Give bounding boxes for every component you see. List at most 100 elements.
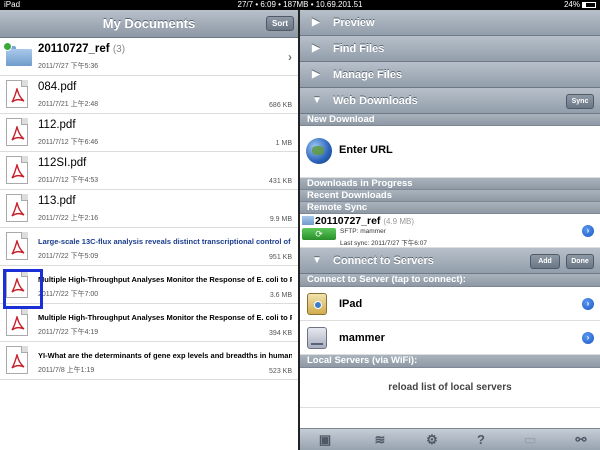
status-center-text: 27/7 • 6:09 • 187MB • 10.69.201.51: [237, 0, 363, 9]
document-row[interactable]: YI-What are the determinants of gene exp…: [0, 342, 298, 380]
document-title: 112SI.pdf: [38, 157, 87, 169]
document-date: 2011/7/8 上午1:19: [38, 367, 95, 374]
local-servers-label: Local Servers (via WiFi):: [300, 355, 600, 368]
hard-drive-icon: [307, 327, 327, 349]
document-row[interactable]: 084.pdf 2011/7/21 上午2:48 686 KB: [0, 76, 298, 114]
document-date: 2011/7/22 上午2:16: [38, 215, 99, 222]
pdf-icon: [6, 80, 30, 108]
document-title: YI-What are the determinants of gene exp…: [38, 351, 292, 360]
sync-refresh-icon[interactable]: ⟳: [302, 228, 336, 240]
section-preview[interactable]: ▶ Preview: [300, 10, 600, 36]
remote-sync-label: Remote Sync: [300, 202, 600, 214]
document-name: YI-What are the determinants of gene exp…: [38, 351, 292, 360]
document-date: 2011/7/22 下午7:00: [38, 291, 99, 298]
section-label: Preview: [333, 17, 375, 29]
done-button[interactable]: Done: [566, 254, 594, 269]
document-name: 112SI.pdf: [38, 157, 292, 169]
display-icon[interactable]: ▭: [521, 432, 539, 448]
document-row[interactable]: Multiple High-Throughput Analyses Monito…: [0, 266, 298, 304]
document-row[interactable]: 112.pdf 2011/7/12 下午6:46 1 MB: [0, 114, 298, 152]
document-list: 20110727_ref (3) 2011/7/27 下午5:36 › 084.pdf…: [0, 38, 298, 380]
camera-icon[interactable]: ▣: [316, 432, 334, 448]
document-size: 523 KB: [269, 368, 292, 375]
reload-local-servers-button[interactable]: reload list of local servers: [300, 368, 600, 408]
chevron-right-icon: ▶: [312, 69, 320, 80]
bottom-toolbar: ▣ ≋ ⚙ ? ▭ ⚯: [300, 428, 600, 450]
server-row-mammer[interactable]: mammer ›: [300, 321, 600, 355]
document-name: 20110727_ref (3): [38, 43, 292, 55]
documents-panel: My Documents Sort 20110727_ref (3) 2011/7…: [0, 10, 298, 450]
document-name: Large-scale 13C-flux analysis reveals di…: [38, 237, 292, 246]
remote-sync-server: SFTP: mammer: [340, 228, 386, 235]
sync-badge-icon: [3, 42, 12, 51]
document-size: 686 KB: [269, 102, 292, 109]
section-manage-files[interactable]: ▶ Manage Files: [300, 62, 600, 88]
document-title: Large-scale 13C-flux analysis reveals di…: [38, 237, 292, 246]
document-name: 084.pdf: [38, 81, 292, 93]
section-find-files[interactable]: ▶ Find Files: [300, 36, 600, 62]
document-size: 1 MB: [275, 140, 292, 147]
pdf-icon: [6, 232, 30, 260]
document-row[interactable]: Multiple High-Throughput Analyses Monito…: [0, 304, 298, 342]
add-server-button[interactable]: Add: [530, 254, 560, 269]
document-date: 2011/7/12 下午4:53: [38, 177, 99, 184]
remote-sync-size: (4.9 MB): [383, 217, 414, 226]
server-name: IPad: [339, 298, 363, 310]
document-date: 2011/7/12 下午6:46: [38, 139, 99, 146]
connect-to-server-label: Connect to Server (tap to connect):: [300, 274, 600, 287]
chevron-right-icon: ▶: [312, 43, 320, 54]
document-date: 2011/7/21 上午2:48: [38, 101, 99, 108]
folder-row[interactable]: 20110727_ref (3) 2011/7/27 下午5:36 ›: [0, 38, 298, 76]
folder-icon: [302, 216, 314, 225]
help-icon[interactable]: ?: [472, 432, 490, 448]
section-web-downloads[interactable]: ▼ Web Downloads Sync: [300, 88, 600, 114]
document-row[interactable]: 112SI.pdf 2011/7/12 下午4:53 431 KB: [0, 152, 298, 190]
remote-sync-name: 20110727_ref (4.9 MB): [315, 215, 414, 227]
remote-sync-last: Last sync: 2011/7/27 下午6:07: [340, 240, 427, 247]
pdf-icon: [6, 118, 30, 146]
battery-icon: [582, 1, 596, 8]
document-name: 113.pdf: [38, 195, 292, 207]
chevron-down-icon: ▼: [312, 95, 322, 106]
document-name: Multiple High-Throughput Analyses Monito…: [38, 313, 292, 322]
enter-url-row[interactable]: Enter URL: [300, 126, 600, 178]
server-row-ipad[interactable]: IPad ›: [300, 287, 600, 321]
section-label: Manage Files: [333, 69, 403, 81]
document-name: Multiple High-Throughput Analyses Monito…: [38, 275, 292, 284]
selection-highlight: [3, 269, 43, 309]
sync-button[interactable]: Sync: [566, 94, 594, 109]
documents-header: My Documents Sort: [0, 10, 298, 38]
actions-panel: ▶ Preview ▶ Find Files ▶ Manage Files ▼ …: [300, 10, 600, 450]
item-count: (3): [112, 44, 126, 55]
pdf-icon: [6, 194, 30, 222]
folder-icon: [3, 42, 32, 70]
section-label: Web Downloads: [333, 95, 418, 107]
sort-button[interactable]: Sort: [266, 16, 294, 31]
document-title: Multiple High-Throughput Analyses Monito…: [38, 313, 292, 322]
document-title: 20110727_ref: [38, 43, 110, 55]
document-size: 951 KB: [269, 254, 292, 261]
server-name: mammer: [339, 332, 385, 344]
pdf-icon: [6, 156, 30, 184]
document-row[interactable]: Large-scale 13C-flux analysis reveals di…: [0, 228, 298, 266]
section-connect-to-servers[interactable]: ▼ Connect to Servers Add Done: [300, 248, 600, 274]
page-title: My Documents: [102, 16, 196, 31]
battery-indicator: 24%: [564, 0, 596, 10]
document-size: 9.9 MB: [269, 216, 292, 223]
remote-sync-row[interactable]: 20110727_ref (4.9 MB) ⟳ SFTP: mammer Las…: [300, 214, 600, 248]
pdf-icon: [6, 346, 30, 374]
wifi-icon[interactable]: ≋: [371, 432, 389, 448]
document-size: 394 KB: [269, 330, 292, 337]
lock-icon[interactable]: ⚯: [572, 432, 590, 448]
document-name: 112.pdf: [38, 119, 292, 131]
detail-disclosure-icon[interactable]: ›: [582, 225, 594, 237]
document-title: 113.pdf: [38, 195, 76, 207]
chevron-right-icon: ›: [288, 50, 292, 64]
remote-sync-folder: 20110727_ref: [315, 215, 381, 227]
gear-icon[interactable]: ⚙: [423, 432, 441, 448]
detail-disclosure-icon[interactable]: ›: [582, 298, 594, 310]
detail-disclosure-icon[interactable]: ›: [582, 332, 594, 344]
globe-icon: [306, 138, 332, 164]
document-date: 2011/7/27 下午5:36: [38, 63, 99, 70]
document-row[interactable]: 113.pdf 2011/7/22 上午2:16 9.9 MB: [0, 190, 298, 228]
